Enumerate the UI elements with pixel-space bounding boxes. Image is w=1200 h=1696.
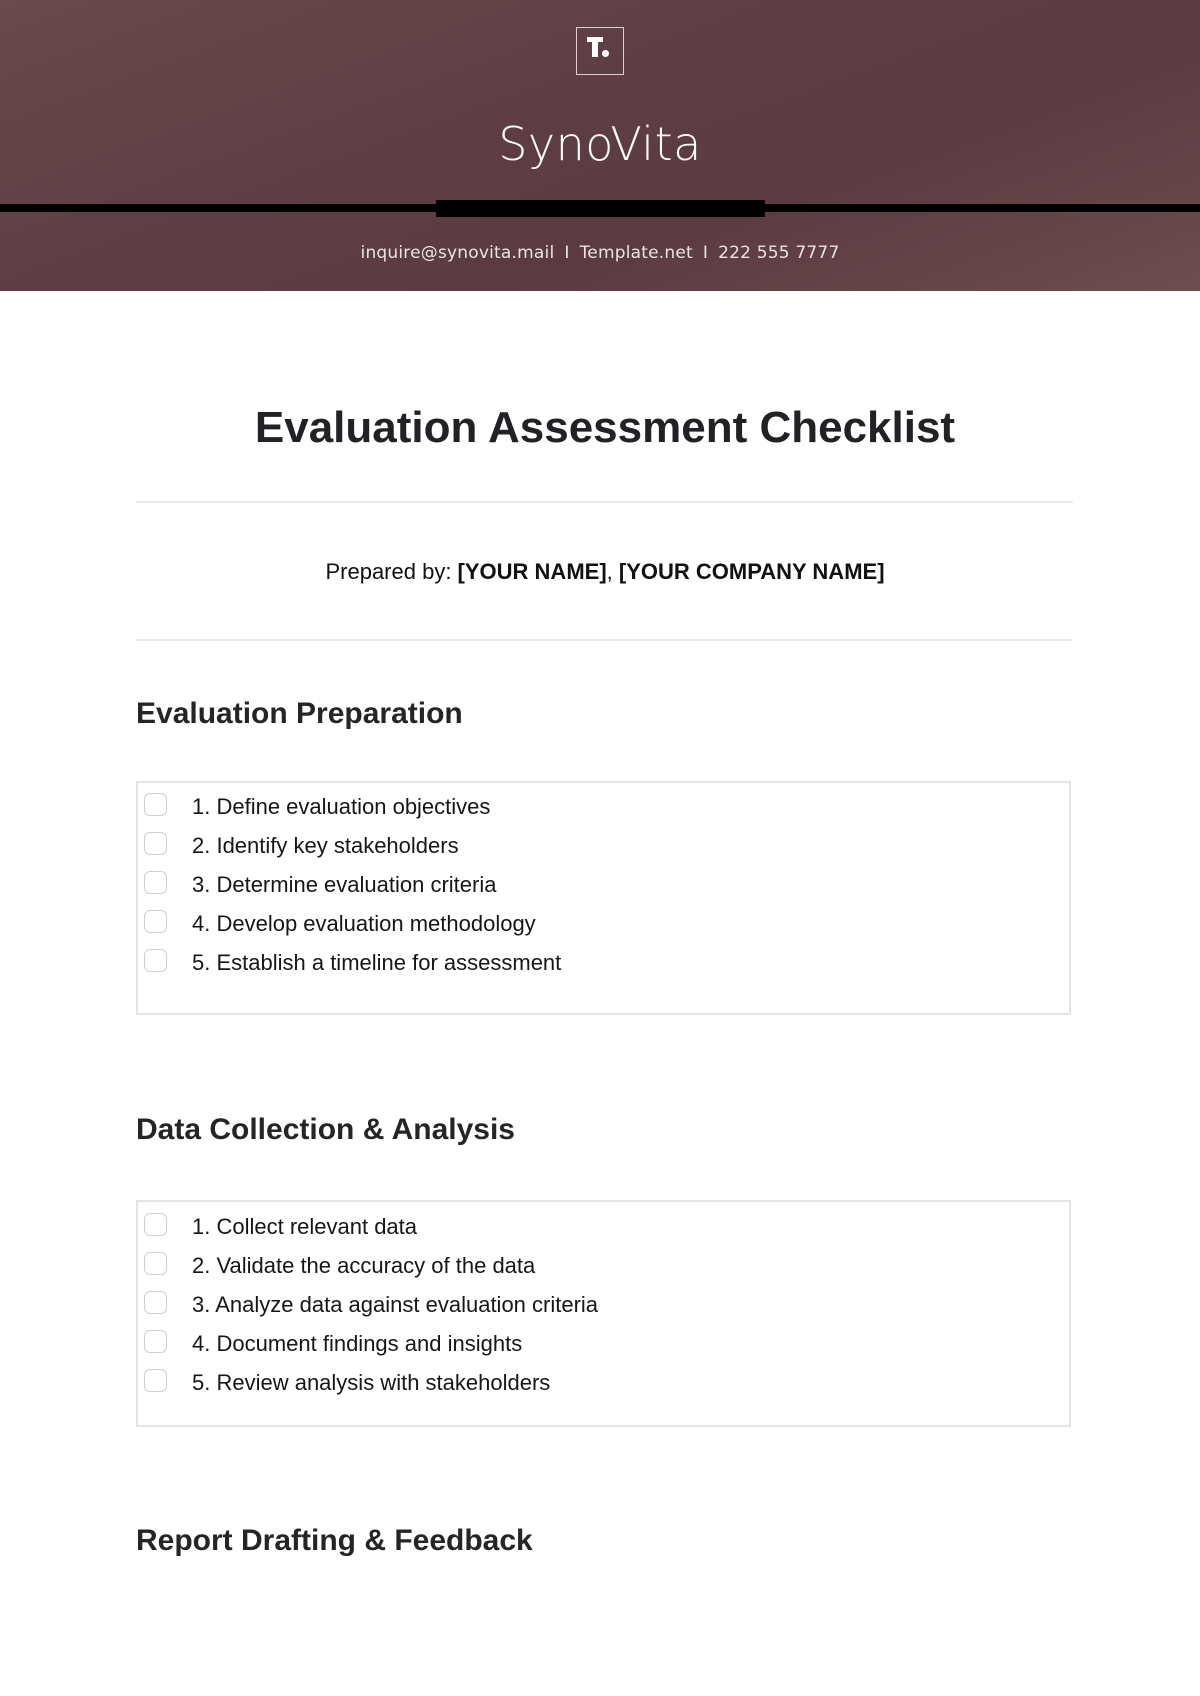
contact-email[interactable]: inquire@synovita.mail xyxy=(361,243,555,263)
checklist-item-label: 5. Review analysis with stakeholders xyxy=(192,1370,551,1395)
checklist-item[interactable]: 3. Analyze data against evaluation crite… xyxy=(144,1291,1044,1321)
template-t-logo-icon xyxy=(576,27,624,75)
checklist-data-collection-analysis: 1. Collect relevant data 2. Validate the… xyxy=(136,1200,1071,1427)
checkbox[interactable] xyxy=(144,793,167,816)
checkbox[interactable] xyxy=(144,1252,167,1275)
brand-name: SynoVita xyxy=(498,117,702,171)
contact-website[interactable]: Template.net xyxy=(580,243,693,263)
checklist-item[interactable]: 2. Validate the accuracy of the data xyxy=(144,1252,1044,1282)
checklist-item-label: 3. Analyze data against evaluation crite… xyxy=(192,1292,599,1317)
checklist-item[interactable]: 5. Review analysis with stakeholders xyxy=(144,1369,1044,1399)
checklist-item-label: 2. Validate the accuracy of the data xyxy=(192,1253,536,1278)
checklist-item[interactable]: 4. Document findings and insights xyxy=(144,1330,1044,1360)
company-name: [YOUR COMPANY NAME] xyxy=(618,559,885,584)
contact-phone: 222 555 7777 xyxy=(718,243,840,263)
checkbox[interactable] xyxy=(144,910,167,933)
contact-line: inquire@synovita.mail I Template.net I 222 5… xyxy=(0,241,1200,265)
checklist-item-label: 4. Document findings and insights xyxy=(192,1331,523,1356)
checklist-item[interactable]: 3. Determine evaluation criteria xyxy=(144,871,1044,901)
section-heading-evaluation-preparation: Evaluation Preparation xyxy=(136,697,463,730)
checklist-evaluation-preparation: 1. Define evaluation objectives 2. Ident… xyxy=(136,781,1071,1015)
checklist-item-label: 2. Identify key stakeholders xyxy=(192,833,459,858)
checklist-item[interactable]: 1. Collect relevant data xyxy=(144,1213,1044,1243)
checkbox[interactable] xyxy=(144,871,167,894)
logo-dot xyxy=(602,50,609,57)
checklist-item[interactable]: 2. Identify key stakeholders xyxy=(144,832,1044,862)
checkbox[interactable] xyxy=(144,832,167,855)
prepared-by-label: Prepared by: xyxy=(325,559,458,584)
checklist-item[interactable]: 4. Develop evaluation methodology xyxy=(144,910,1044,940)
checklist-item-label: 1. Define evaluation objectives xyxy=(192,794,491,819)
checkbox[interactable] xyxy=(144,1213,167,1236)
prepared-by-line: Prepared by: [YOUR NAME], [YOUR COMPANY … xyxy=(0,558,1200,586)
header-rule-accent-bar xyxy=(436,200,765,217)
author-name: [YOUR NAME] xyxy=(457,559,607,584)
contact-separator: I xyxy=(702,243,709,263)
checkbox[interactable] xyxy=(144,949,167,972)
checklist-item-label: 5. Establish a timeline for assessment xyxy=(192,950,562,975)
checklist-item[interactable]: 5. Establish a timeline for assessment xyxy=(144,949,1044,979)
checklist-item-label: 1. Collect relevant data xyxy=(192,1214,418,1239)
checkbox[interactable] xyxy=(144,1291,167,1314)
logo-t-stem xyxy=(592,37,598,57)
header-banner: SynoVita inquire@synovita.mail I Template.… xyxy=(0,0,1200,291)
checkbox[interactable] xyxy=(144,1369,167,1392)
section-heading-data-collection-analysis: Data Collection & Analysis xyxy=(136,1113,515,1146)
divider-bottom xyxy=(136,639,1073,641)
document-title: Evaluation Assessment Checklist xyxy=(254,403,956,452)
prepared-by-joiner: , xyxy=(606,559,619,584)
checklist-item-label: 3. Determine evaluation criteria xyxy=(192,872,497,897)
checkbox[interactable] xyxy=(144,1330,167,1353)
section-heading-report-drafting-feedback: Report Drafting & Feedback xyxy=(136,1524,533,1557)
checklist-item-label: 4. Develop evaluation methodology xyxy=(192,911,536,936)
contact-separator: I xyxy=(564,243,570,263)
checklist-item[interactable]: 1. Define evaluation objectives xyxy=(144,793,1044,823)
divider-top xyxy=(136,501,1073,503)
